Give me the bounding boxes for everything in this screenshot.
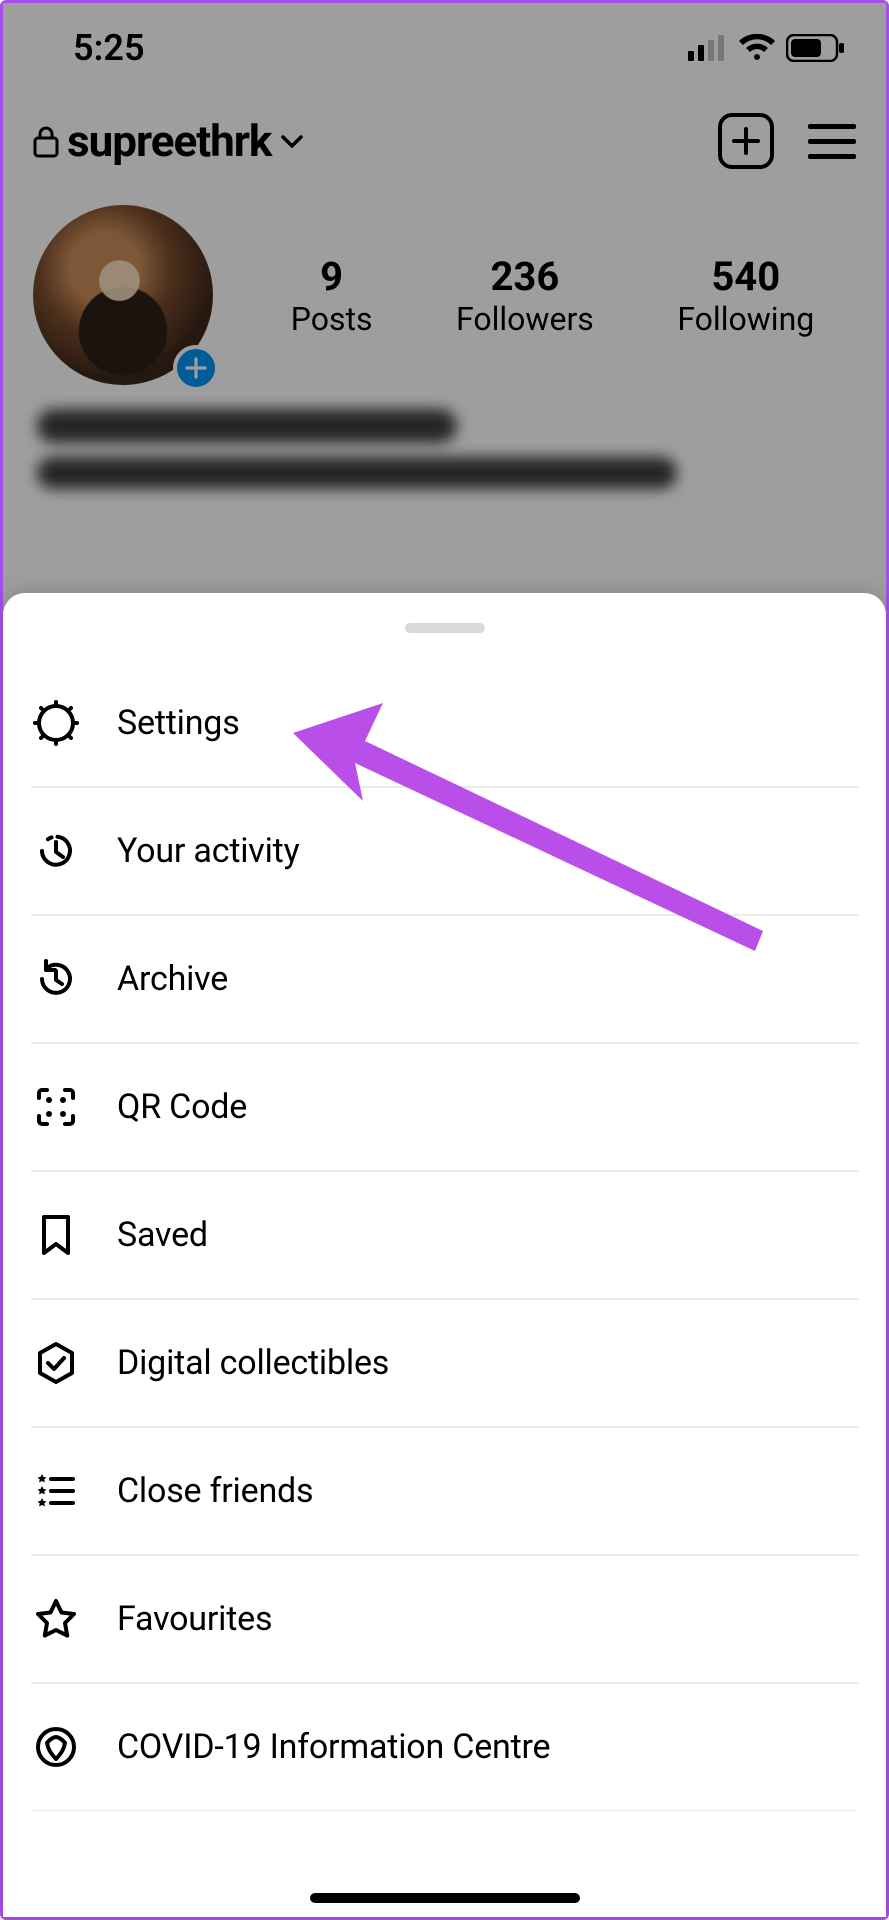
menu-item-settings[interactable]: Settings — [31, 659, 858, 787]
menu-item-favourites[interactable]: Favourites — [31, 1555, 858, 1683]
covid-info-icon — [31, 1722, 81, 1772]
options-bottom-sheet: Settings Your activity Archive QR Code S — [3, 593, 886, 1917]
menu-item-label: QR Code — [117, 1087, 247, 1127]
archive-icon — [31, 954, 81, 1004]
stat-following-label: Following — [677, 300, 814, 338]
avatar-wrap[interactable] — [33, 205, 213, 385]
status-time: 5:25 — [73, 27, 145, 69]
profile-bio — [3, 385, 886, 513]
menu-item-qr-code[interactable]: QR Code — [31, 1043, 858, 1171]
star-icon — [31, 1594, 81, 1644]
menu-item-archive[interactable]: Archive — [31, 915, 858, 1043]
add-story-button[interactable] — [173, 345, 219, 391]
menu-item-digital-collectibles[interactable]: Digital collectibles — [31, 1299, 858, 1427]
stat-posts-label: Posts — [291, 300, 373, 338]
qr-code-icon — [31, 1082, 81, 1132]
lock-icon — [33, 124, 59, 158]
stat-following-value: 540 — [677, 253, 814, 300]
menu-item-your-activity[interactable]: Your activity — [31, 787, 858, 915]
gear-icon — [31, 698, 81, 748]
username: supreethrk — [67, 115, 271, 167]
stat-posts-value: 9 — [291, 253, 373, 300]
menu-item-label: Favourites — [117, 1599, 272, 1639]
stat-followers-value: 236 — [456, 253, 594, 300]
cellular-icon — [688, 35, 728, 61]
bio-text-redacted — [37, 457, 677, 489]
menu-item-label: Settings — [117, 703, 240, 743]
avatar — [33, 205, 213, 385]
plus-icon — [185, 357, 207, 379]
menu-item-close-friends[interactable]: Close friends — [31, 1427, 858, 1555]
menu-item-saved[interactable]: Saved — [31, 1171, 858, 1299]
options-menu: Settings Your activity Archive QR Code S — [3, 659, 886, 1811]
menu-item-label: Your activity — [117, 831, 299, 871]
menu-item-label: COVID-19 Information Centre — [117, 1727, 550, 1767]
menu-item-label: Digital collectibles — [117, 1343, 389, 1383]
profile-header: supreethrk — [3, 93, 886, 189]
plus-icon — [731, 126, 761, 156]
hexagon-check-icon — [31, 1338, 81, 1388]
status-icons — [688, 34, 846, 62]
bookmark-icon — [31, 1210, 81, 1260]
menu-item-covid-info[interactable]: COVID-19 Information Centre — [31, 1683, 858, 1811]
menu-item-label: Close friends — [117, 1471, 313, 1511]
menu-item-label: Archive — [117, 959, 228, 999]
bio-name-redacted — [37, 409, 457, 443]
menu-button[interactable] — [808, 124, 856, 159]
new-post-button[interactable] — [718, 113, 774, 169]
stat-following[interactable]: 540 Following — [677, 253, 814, 338]
stat-posts[interactable]: 9 Posts — [291, 253, 373, 338]
home-indicator — [310, 1893, 580, 1903]
battery-icon — [786, 34, 846, 62]
stat-followers[interactable]: 236 Followers — [456, 253, 594, 338]
status-bar: 5:25 — [3, 3, 886, 93]
close-friends-icon — [31, 1466, 81, 1516]
profile-stats-row: 9 Posts 236 Followers 540 Following — [3, 189, 886, 385]
activity-icon — [31, 826, 81, 876]
chevron-down-icon — [279, 128, 305, 154]
sheet-grabber[interactable] — [405, 623, 485, 633]
username-selector[interactable]: supreethrk — [33, 115, 305, 167]
stat-followers-label: Followers — [456, 300, 594, 338]
menu-item-label: Saved — [117, 1215, 208, 1255]
wifi-icon — [738, 34, 776, 62]
